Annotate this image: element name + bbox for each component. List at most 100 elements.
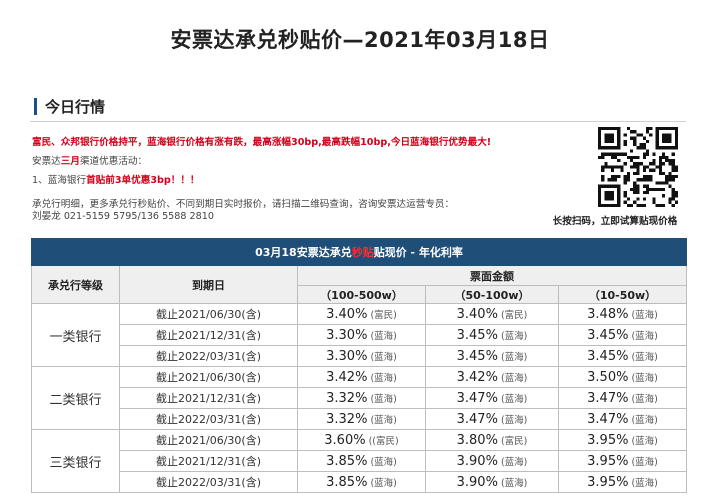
rate-value: 3.85% bbox=[326, 453, 368, 469]
rate-cell: 3.85% (蓝海) bbox=[297, 450, 426, 472]
table-title-row: 03月18安票达承兑秒贴贴现价 - 年化利率 bbox=[30, 238, 688, 266]
rate-cell: 3.45% (蓝海) bbox=[557, 324, 688, 346]
section-divider bbox=[30, 121, 686, 122]
table-row: 截止2021/12/31(含) 3.32% (蓝海) 3.47% (蓝海) 3.47%… bbox=[32, 387, 688, 409]
rate-value: 3.85% bbox=[326, 474, 368, 490]
table-row: 二类银行 截止2021/06/30(含) 3.42% (蓝海) 3.42% (蓝海) 3… bbox=[31, 366, 688, 430]
section-title: 今日行情 bbox=[45, 97, 106, 116]
rate-source-bank: (蓝海) bbox=[497, 414, 528, 426]
maturity-cell: 截止2021/06/30(含) bbox=[119, 366, 298, 388]
rate-cell: 3.42% (蓝海) bbox=[425, 366, 559, 388]
rate-cell: 3.45% (蓝海) bbox=[425, 324, 559, 346]
rate-source-bank: (蓝海) bbox=[367, 351, 397, 363]
rate-value: 3.40% bbox=[326, 306, 368, 322]
rate-cell: 3.40% (富民) bbox=[297, 303, 426, 325]
rate-cell: 3.47% (蓝海) bbox=[557, 408, 688, 430]
rate-value: 3.30% bbox=[326, 327, 368, 343]
rate-source-bank: (蓝海) bbox=[497, 351, 528, 363]
promo-item: 1、蓝海银行首贴前3单优惠3bp！！！ bbox=[32, 174, 200, 188]
header-amount-col-2: （50-100w） bbox=[425, 285, 559, 304]
header-maturity: 到期日 bbox=[119, 265, 298, 304]
table-row: 一类银行 截止2021/06/30(含) 3.40% (富民) 3.40% (富民) 3… bbox=[31, 303, 688, 367]
section-accent-bar bbox=[34, 97, 37, 115]
rate-value: 3.95% bbox=[587, 474, 629, 490]
rate-value: 3.47% bbox=[587, 411, 629, 427]
maturity-cell: 截止2021/12/31(含) bbox=[119, 450, 298, 472]
page-title: 安票达承兑秒贴价—2021年03月18日 bbox=[170, 28, 550, 52]
rate-value: 3.42% bbox=[456, 369, 498, 385]
header-face-amount: 票面金额 bbox=[296, 265, 688, 286]
rate-source-bank: (蓝海) bbox=[628, 372, 658, 384]
rate-source-bank: (蓝海) bbox=[628, 477, 658, 489]
maturity-cell: 截止2022/03/31(含) bbox=[119, 471, 298, 493]
section-header: 今日行情 bbox=[34, 96, 105, 116]
rate-value: 3.32% bbox=[326, 411, 368, 427]
rate-source-bank: (蓝海) bbox=[497, 456, 528, 468]
maturity-cell: 截止2021/06/30(含) bbox=[119, 303, 298, 325]
rate-source-bank: (蓝海) bbox=[367, 372, 397, 384]
rate-value: 3.80% bbox=[456, 432, 498, 448]
rate-cell: 3.80% (富民) bbox=[425, 429, 559, 451]
contact-line-2: 刘晏龙 021-5159 5795/136 5588 2810 bbox=[32, 211, 214, 222]
rate-source-bank: (蓝海) bbox=[628, 393, 658, 405]
table-row: 截止2022/03/31(含) 3.30% (蓝海) 3.45% (蓝海) 3.45%… bbox=[32, 345, 688, 367]
table-row: 截止2022/03/31(含) 3.32% (蓝海) 3.47% (蓝海) 3.47%… bbox=[32, 408, 688, 430]
table-row: 截止2021/12/31(含) 3.85% (蓝海) 3.90% (蓝海) 3.95%… bbox=[32, 450, 688, 472]
rate-source-bank: (富民) bbox=[497, 309, 528, 321]
rate-cell: 3.85% (蓝海) bbox=[297, 471, 426, 493]
rate-cell: 3.45% (蓝海) bbox=[425, 345, 559, 367]
qr-caption: 长按扫码，立即试算贴现价格 bbox=[552, 216, 678, 227]
qr-code-icon[interactable] bbox=[598, 127, 678, 207]
table-title: 03月18安票达承兑秒贴贴现价 - 年化利率 bbox=[30, 238, 688, 266]
rate-cell: 3.32% (蓝海) bbox=[297, 387, 426, 409]
rate-source-bank: (蓝海) bbox=[628, 456, 658, 468]
rate-source-bank: (蓝海) bbox=[367, 330, 397, 342]
rate-cell: 3.42% (蓝海) bbox=[297, 366, 426, 388]
rate-source-bank: (蓝海) bbox=[628, 309, 658, 321]
rate-source-bank: (蓝海) bbox=[497, 372, 528, 384]
rate-source-bank: (蓝海) bbox=[367, 414, 397, 426]
rate-value: 3.30% bbox=[326, 348, 368, 364]
rate-cell: 3.45% (蓝海) bbox=[557, 345, 688, 367]
promo-prefix: 安票达 bbox=[32, 156, 61, 167]
market-headline: 富民、众邦银行价格持平，蓝海银行价格有涨有跌，最高涨幅30bp,最高跌幅10bp… bbox=[32, 137, 492, 148]
rate-value: 3.50% bbox=[587, 369, 629, 385]
maturity-cell: 截止2022/03/31(含) bbox=[119, 345, 298, 367]
bank-level-cell: 三类银行 bbox=[31, 429, 120, 493]
rate-source-bank: (蓝海) bbox=[497, 393, 528, 405]
rate-value: 3.95% bbox=[587, 453, 629, 469]
promo-suffix: 渠道优惠活动： bbox=[79, 156, 148, 167]
header-amount-col-1: （100-500w） bbox=[297, 285, 426, 304]
table-row: 三类银行 截止2021/06/30(含) 3.60% ((富民) 3.80% (富民)… bbox=[31, 429, 688, 493]
rate-source-bank: (蓝海) bbox=[628, 330, 658, 342]
rate-cell: 3.90% (蓝海) bbox=[425, 450, 559, 472]
rate-value: 3.47% bbox=[587, 390, 629, 406]
rate-value: 3.45% bbox=[587, 348, 629, 364]
rate-value: 3.48% bbox=[587, 306, 629, 322]
rate-cell: 3.95% (蓝海) bbox=[557, 429, 688, 451]
rate-cell: 3.30% (蓝海) bbox=[297, 324, 426, 346]
promo-item-prefix: 1、蓝海银行 bbox=[32, 175, 87, 186]
rate-value: 3.40% bbox=[456, 306, 498, 322]
promo-highlight: 三月 bbox=[60, 156, 80, 167]
bank-level-cell: 一类银行 bbox=[31, 303, 120, 367]
rate-cell: 3.47% (蓝海) bbox=[557, 387, 688, 409]
table-title-highlight: 秒贴 bbox=[351, 246, 374, 259]
rate-source-bank: (蓝海) bbox=[628, 351, 658, 363]
rate-source-bank: (富民) bbox=[367, 309, 397, 321]
rate-source-bank: (蓝海) bbox=[367, 456, 397, 468]
rate-value: 3.42% bbox=[326, 369, 368, 385]
table-row: 截止2022/03/31(含) 3.85% (蓝海) 3.90% (蓝海) 3.95%… bbox=[32, 471, 688, 493]
rate-source-bank: (富民) bbox=[497, 435, 528, 447]
maturity-cell: 截止2021/12/31(含) bbox=[119, 387, 298, 409]
promo-line: 安票达三月渠道优惠活动： bbox=[32, 155, 147, 169]
table-title-prefix: 03月18安票达承兑 bbox=[255, 246, 352, 259]
rate-cell: 3.47% (蓝海) bbox=[425, 408, 559, 430]
table-header-row: 承兑行等级 到期日 票面金额 bbox=[31, 265, 688, 304]
rate-value: 3.32% bbox=[326, 390, 368, 406]
table-row: 截止2021/12/31(含) 3.30% (蓝海) 3.45% (蓝海) 3.45%… bbox=[32, 324, 688, 346]
rate-value: 3.90% bbox=[456, 453, 498, 469]
rate-value: 3.47% bbox=[456, 411, 498, 427]
promo-item-highlight: 首贴前3单优惠3bp！！！ bbox=[86, 175, 200, 186]
bank-level-cell: 二类银行 bbox=[31, 366, 120, 430]
